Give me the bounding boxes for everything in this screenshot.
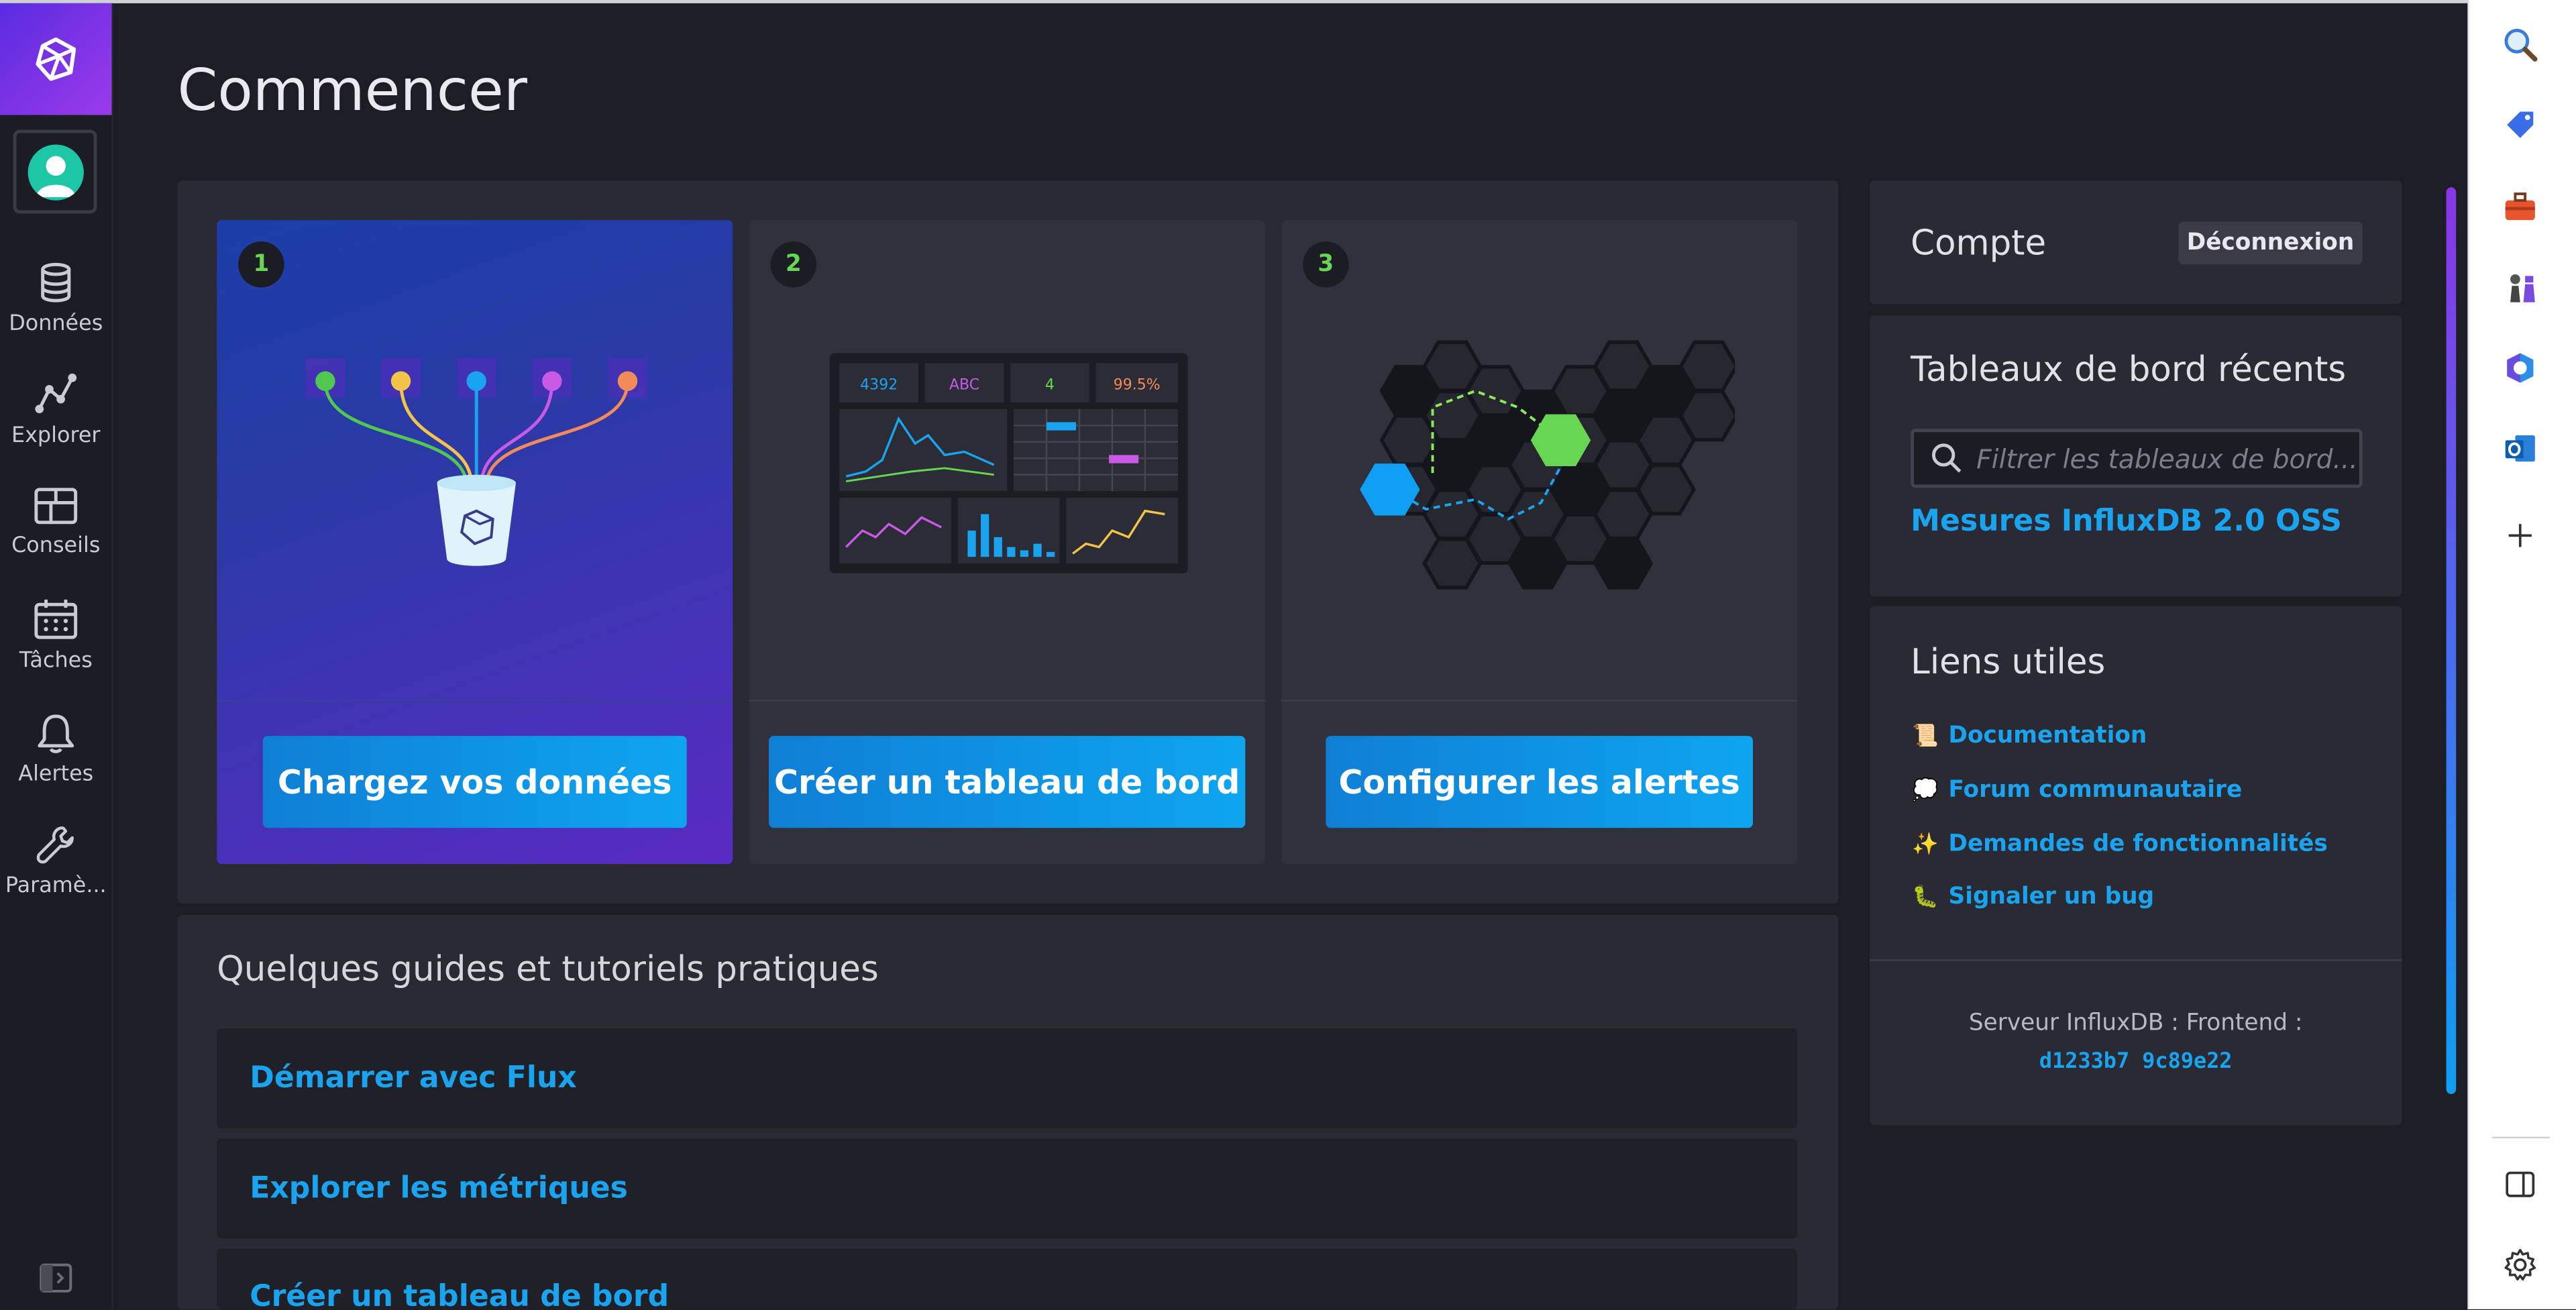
influx-cube-icon bbox=[36, 37, 76, 81]
card-divider bbox=[749, 700, 1265, 702]
search-placeholder: Filtrer les tableaux de bord... bbox=[1976, 443, 2358, 474]
hex-cell bbox=[1678, 389, 1735, 442]
bug-icon: 🐛 bbox=[1912, 884, 1939, 910]
chess-icon bbox=[2510, 274, 2535, 303]
card-divider bbox=[217, 700, 733, 702]
nav-label: Paramè... bbox=[5, 873, 107, 899]
nav-item-tasks[interactable]: Tâches bbox=[0, 588, 112, 690]
gear-icon bbox=[2504, 1248, 2536, 1280]
hex-cell bbox=[1635, 463, 1697, 516]
page-scrollbar[interactable] bbox=[2446, 187, 2457, 1095]
magnifier-icon bbox=[2504, 28, 2538, 62]
influxdb-logo[interactable] bbox=[0, 3, 112, 115]
hex-cell bbox=[1593, 537, 1654, 590]
panel-icon bbox=[2506, 1171, 2535, 1197]
nav-item-alerts[interactable]: Alertes bbox=[0, 702, 112, 804]
browser-settings-button[interactable] bbox=[2497, 1242, 2543, 1288]
card-divider bbox=[1281, 700, 1798, 702]
link-label: Documentation bbox=[1948, 722, 2147, 749]
dashboard-search-input[interactable]: Filtrer les tableaux de bord... bbox=[1911, 429, 2363, 488]
tag-icon bbox=[2507, 111, 2534, 138]
dashboard-illustration: 4392 ABC 4 99.5% bbox=[829, 353, 1188, 574]
toolbox-icon bbox=[2505, 193, 2535, 221]
link-label: Demandes de fonctionnalités bbox=[1948, 831, 2328, 858]
hex-cell bbox=[1360, 463, 1420, 516]
wrench-icon bbox=[36, 826, 74, 864]
create-dashboard-button[interactable]: Créer un tableau de bord bbox=[769, 736, 1246, 828]
alerts-illustration bbox=[1360, 340, 1735, 590]
nav-item-dashboards[interactable]: Conseils bbox=[0, 476, 112, 578]
search-icon bbox=[1932, 443, 1962, 473]
user-avatar-button[interactable] bbox=[13, 129, 97, 214]
browser-add-button[interactable] bbox=[2497, 512, 2543, 559]
hex-cell bbox=[1678, 340, 1735, 392]
nav-label: Tâches bbox=[19, 649, 93, 674]
browser-games-button[interactable] bbox=[2497, 264, 2543, 311]
nav-item-settings[interactable]: Paramè... bbox=[0, 813, 112, 915]
nav-label: Alertes bbox=[18, 762, 94, 787]
links-divider bbox=[1869, 959, 2402, 961]
link-label: Signaler un bug bbox=[1948, 883, 2155, 910]
nav-item-data[interactable]: Données bbox=[0, 252, 112, 353]
guide-link-flux[interactable]: Démarrer avec Flux bbox=[217, 1028, 1798, 1129]
stat-2: ABC bbox=[949, 376, 979, 393]
office-icon bbox=[2507, 353, 2534, 383]
stat-3: 4 bbox=[1045, 376, 1055, 393]
hex-cell bbox=[1530, 414, 1591, 467]
stat-4: 99.5% bbox=[1114, 376, 1161, 393]
page-title: Commencer bbox=[177, 59, 527, 125]
dashboards-icon bbox=[34, 488, 78, 525]
step-number: 2 bbox=[770, 241, 817, 288]
browser-m365-button[interactable] bbox=[2497, 345, 2543, 391]
step-number: 3 bbox=[1303, 241, 1349, 288]
load-data-illustration bbox=[305, 358, 647, 566]
link-documentation[interactable]: 📜 Documentation bbox=[1911, 723, 2147, 749]
nav-item-explorer[interactable]: Explorer bbox=[0, 363, 112, 465]
collapse-nav-button[interactable] bbox=[40, 1263, 72, 1293]
link-community-forum[interactable]: 💭 Forum communautaire bbox=[1911, 777, 2242, 803]
window-top-border bbox=[0, 0, 2468, 3]
plus-icon bbox=[2508, 524, 2532, 547]
guide-link-dashboard[interactable]: Créer un tableau de bord bbox=[217, 1248, 1798, 1309]
logout-button[interactable]: Déconnexion bbox=[2178, 221, 2363, 265]
recent-dashboards-title: Tableaux de bord récents bbox=[1911, 349, 2347, 390]
thought-bubble-icon: 💭 bbox=[1912, 777, 1939, 803]
avatar bbox=[27, 144, 83, 200]
browser-shopping-button[interactable] bbox=[2497, 102, 2543, 148]
server-version-hash: d1233b7 9c89e22 bbox=[2039, 1049, 2233, 1075]
browser-tools-button[interactable] bbox=[2497, 184, 2543, 230]
account-title: Compte bbox=[1911, 223, 2047, 263]
server-info-label: Serveur InfluxDB : Frontend : bbox=[1968, 1010, 2303, 1037]
load-data-button[interactable]: Chargez vos données bbox=[262, 736, 687, 828]
bell-icon bbox=[38, 714, 74, 753]
browser-split-view-button[interactable] bbox=[2497, 1161, 2543, 1207]
nav-label: Explorer bbox=[11, 423, 101, 449]
user-icon bbox=[35, 155, 75, 197]
database-icon bbox=[41, 262, 71, 303]
link-label: Forum communautaire bbox=[1948, 777, 2243, 804]
useful-links-panel bbox=[1869, 606, 2402, 1126]
graph-icon bbox=[35, 373, 77, 414]
link-feature-requests[interactable]: ✨ Demandes de fonctionnalités bbox=[1911, 831, 2328, 858]
link-report-bug[interactable]: 🐛 Signaler un bug bbox=[1911, 884, 2154, 910]
sparkles-icon: ✨ bbox=[1912, 832, 1939, 857]
browser-sidebar-divider bbox=[2492, 1136, 2550, 1139]
recent-dashboard-link[interactable]: Mesures InfluxDB 2.0 OSS bbox=[1911, 504, 2342, 539]
nav-label: Conseils bbox=[11, 533, 101, 559]
scroll-icon: 📜 bbox=[1912, 723, 1939, 749]
guides-title: Quelques guides et tutoriels pratiques bbox=[217, 949, 879, 989]
browser-outlook-button[interactable] bbox=[2497, 425, 2543, 472]
configure-alerts-button[interactable]: Configurer les alertes bbox=[1326, 736, 1754, 828]
sidebar-collapse-icon bbox=[40, 1263, 72, 1293]
browser-search-button[interactable] bbox=[2497, 21, 2543, 68]
step-number: 1 bbox=[238, 241, 284, 288]
guide-link-metrics[interactable]: Explorer les métriques bbox=[217, 1138, 1798, 1239]
calendar-icon bbox=[34, 599, 78, 639]
outlook-icon bbox=[2505, 435, 2535, 462]
stat-1: 4392 bbox=[860, 376, 898, 393]
nav-label: Données bbox=[9, 312, 103, 337]
useful-links-title: Liens utiles bbox=[1911, 642, 2106, 682]
